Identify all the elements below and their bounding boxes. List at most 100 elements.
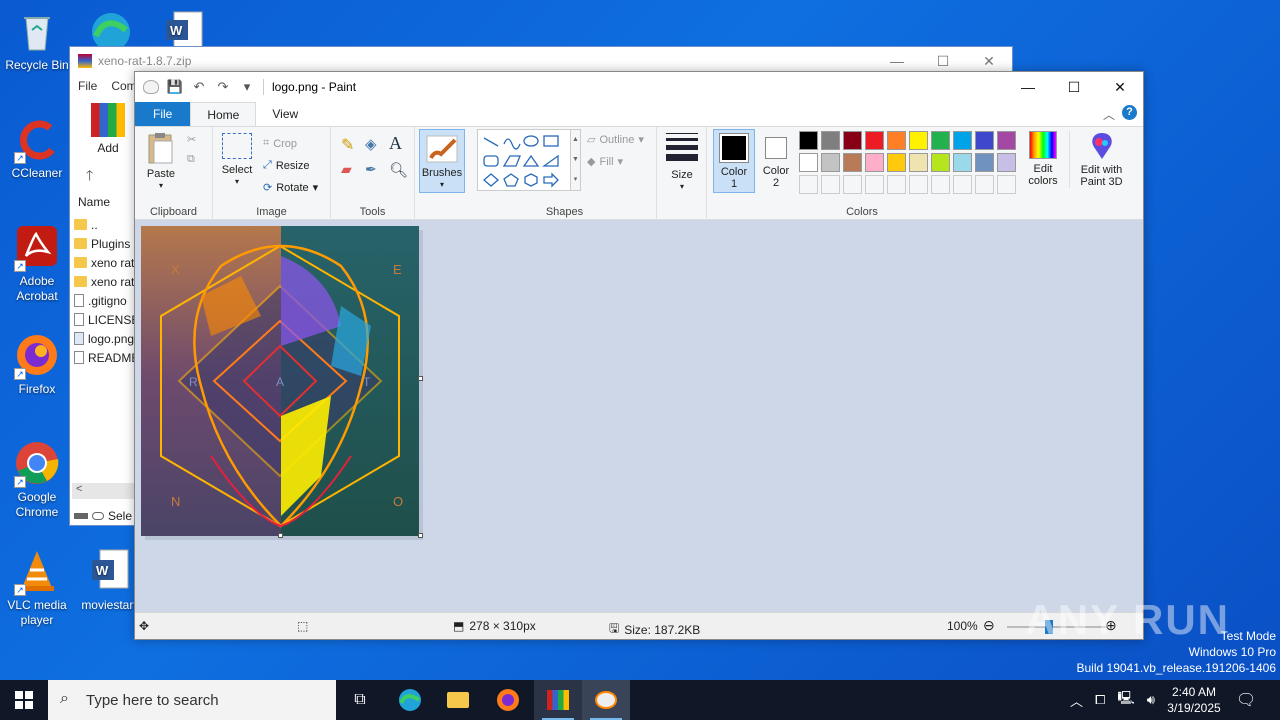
color-swatch[interactable] bbox=[975, 175, 994, 194]
name-column-header[interactable]: Name bbox=[78, 195, 110, 209]
add-button[interactable]: Add bbox=[88, 103, 128, 155]
color-swatch[interactable] bbox=[887, 175, 906, 194]
color-swatch[interactable] bbox=[799, 175, 818, 194]
color-swatch[interactable] bbox=[997, 131, 1016, 150]
color-swatch[interactable] bbox=[821, 131, 840, 150]
taskbar-winrar[interactable] bbox=[534, 680, 582, 720]
list-item[interactable]: .. bbox=[74, 215, 136, 234]
color-swatch[interactable] bbox=[843, 131, 862, 150]
shapes-scroll[interactable]: ▲ ▼ ▾ bbox=[571, 129, 581, 191]
select-button[interactable]: Select ▾ bbox=[219, 133, 255, 188]
desktop-icon-moviestart[interactable]: W moviestart bbox=[76, 548, 142, 613]
color-swatch[interactable] bbox=[865, 175, 884, 194]
desktop-icon-recycle-bin[interactable]: Recycle Bin bbox=[4, 8, 70, 73]
network-icon[interactable]: ⧠ bbox=[1095, 692, 1105, 708]
task-view-button[interactable]: ⧉ bbox=[336, 680, 384, 720]
pencil-icon[interactable]: ✎ bbox=[341, 135, 354, 155]
resize-button[interactable]: ⤢ Resize bbox=[263, 159, 309, 172]
color-swatch[interactable] bbox=[997, 153, 1016, 172]
list-item[interactable]: LICENSE bbox=[74, 310, 136, 329]
list-item[interactable]: Plugins bbox=[74, 234, 136, 253]
start-button[interactable] bbox=[0, 680, 48, 720]
fill-button[interactable]: ◆ Fill ▾ bbox=[587, 155, 623, 169]
fill-bucket-icon[interactable]: ◈ bbox=[365, 135, 377, 153]
color-swatch[interactable] bbox=[953, 175, 972, 194]
color-swatch[interactable] bbox=[865, 131, 884, 150]
up-arrow-icon[interactable]: 🡑 bbox=[86, 165, 93, 189]
collapse-ribbon-icon[interactable]: ︿ bbox=[1103, 106, 1115, 123]
desktop-icon-vlc[interactable]: ↗ VLC media player bbox=[4, 548, 70, 628]
color-swatch[interactable] bbox=[821, 175, 840, 194]
clock[interactable]: 2:40 AM 3/19/2025 bbox=[1166, 680, 1222, 720]
desktop-icon-google-chrome[interactable]: ↗ Google Chrome bbox=[4, 440, 70, 520]
close-button[interactable]: ✕ bbox=[1097, 73, 1143, 101]
edit-with-paint3d-button[interactable]: Edit with Paint 3D bbox=[1069, 131, 1129, 188]
show-hidden-icons-button[interactable]: ︿ bbox=[1070, 691, 1083, 710]
color-swatch[interactable] bbox=[997, 175, 1016, 194]
rotate-button[interactable]: ⟳ Rotate ▾ bbox=[263, 181, 318, 195]
redo-icon[interactable]: ↷ bbox=[215, 79, 231, 95]
outline-button[interactable]: ▱ Outline ▾ bbox=[587, 133, 644, 147]
color-swatch[interactable] bbox=[931, 153, 950, 172]
tab-home[interactable]: Home bbox=[190, 102, 257, 126]
list-item[interactable]: README bbox=[74, 348, 136, 367]
resize-handle-right[interactable] bbox=[418, 376, 423, 381]
magnifier-icon[interactable]: 🔍︎ bbox=[389, 161, 408, 179]
monitor-icon[interactable]: 🖳 bbox=[1117, 689, 1134, 711]
list-item[interactable]: logo.png bbox=[74, 329, 136, 348]
edit-colors-button[interactable]: Edit colors bbox=[1023, 131, 1063, 187]
desktop-icon-firefox[interactable]: ↗ Firefox bbox=[4, 332, 70, 397]
desktop-icon-adobe-acrobat[interactable]: ↗ Adobe Acrobat bbox=[4, 224, 70, 304]
color-swatch[interactable] bbox=[909, 175, 928, 194]
taskbar-firefox[interactable] bbox=[484, 680, 532, 720]
customize-quick-access-icon[interactable]: ▾ bbox=[239, 79, 255, 95]
color-swatch[interactable] bbox=[843, 175, 862, 194]
color-swatch[interactable] bbox=[821, 153, 840, 172]
zoom-out-button[interactable]: ⊖ bbox=[983, 617, 995, 634]
canvas-area[interactable]: X E R A T N O bbox=[135, 220, 1143, 613]
color-swatch[interactable] bbox=[931, 131, 950, 150]
maximize-button[interactable]: ☐ bbox=[1051, 73, 1097, 101]
color-swatch[interactable] bbox=[909, 131, 928, 150]
copy-icon[interactable]: ⧉ bbox=[187, 153, 195, 166]
list-item[interactable]: xeno rat bbox=[74, 253, 136, 272]
color-swatch[interactable] bbox=[931, 175, 950, 194]
desktop-icon-ccleaner[interactable]: ↗ CCleaner bbox=[4, 116, 70, 181]
undo-icon[interactable]: ↶ bbox=[191, 79, 207, 95]
color-swatch[interactable] bbox=[953, 131, 972, 150]
text-icon[interactable]: A bbox=[389, 133, 402, 154]
size-button[interactable]: Size ▾ bbox=[663, 133, 701, 193]
save-icon[interactable]: 💾 bbox=[167, 79, 183, 95]
brushes-button[interactable]: Brushes ▾ bbox=[419, 129, 465, 193]
paint-window[interactable]: 💾 ↶ ↷ ▾ logo.png - Paint — ☐ ✕ File Home… bbox=[134, 71, 1144, 640]
menu-commands[interactable]: Com bbox=[111, 79, 136, 93]
paint-titlebar[interactable]: 💾 ↶ ↷ ▾ logo.png - Paint bbox=[135, 72, 1143, 102]
color-swatch[interactable] bbox=[799, 153, 818, 172]
crop-button[interactable]: ⌗ Crop bbox=[263, 137, 297, 150]
taskbar-edge[interactable] bbox=[386, 680, 434, 720]
color-swatch[interactable] bbox=[887, 153, 906, 172]
color-picker-icon[interactable]: ✒ bbox=[365, 161, 377, 178]
color2-button[interactable]: Color 2 bbox=[757, 129, 795, 193]
taskbar-file-explorer[interactable] bbox=[434, 680, 482, 720]
logo-image[interactable]: X E R A T N O bbox=[141, 226, 419, 536]
color1-button[interactable]: Color 1 bbox=[713, 129, 755, 193]
notifications-button[interactable]: 🗨︎ bbox=[1236, 680, 1256, 720]
color-swatch[interactable] bbox=[843, 153, 862, 172]
paste-button[interactable]: Paste ▾ bbox=[143, 131, 179, 192]
list-item[interactable]: .gitigno bbox=[74, 291, 136, 310]
volume-icon[interactable]: 🔊︎ bbox=[1147, 692, 1155, 708]
minimize-button[interactable]: — bbox=[1005, 73, 1051, 101]
taskbar-paint[interactable] bbox=[582, 680, 630, 720]
color-swatch[interactable] bbox=[799, 131, 818, 150]
color-swatch[interactable] bbox=[975, 153, 994, 172]
taskbar-search[interactable]: ⌕ Type here to search bbox=[48, 680, 336, 720]
tab-view[interactable]: View bbox=[256, 102, 314, 126]
shapes-gallery[interactable] bbox=[477, 129, 571, 191]
resize-handle-corner[interactable] bbox=[418, 533, 423, 538]
color-swatch[interactable] bbox=[865, 153, 884, 172]
cut-icon[interactable]: ✂ bbox=[187, 133, 196, 146]
help-icon[interactable]: ? bbox=[1122, 105, 1137, 120]
color-swatch[interactable] bbox=[953, 153, 972, 172]
color-swatch[interactable] bbox=[909, 153, 928, 172]
